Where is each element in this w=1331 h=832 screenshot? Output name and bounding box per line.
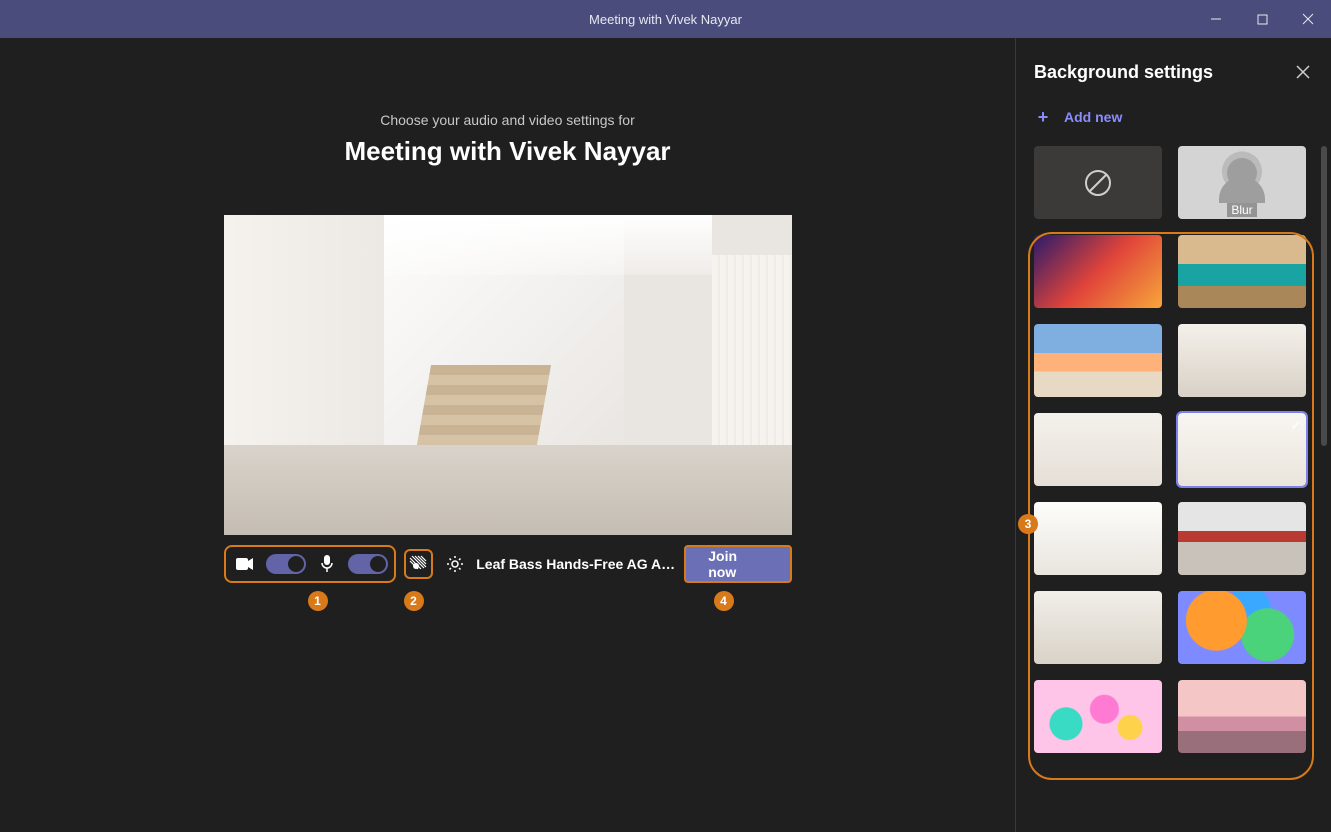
window-title: Meeting with Vivek Nayyar [589,12,742,27]
blur-label: Blur [1227,203,1256,217]
add-new-button[interactable]: + Add new [1034,108,1323,126]
annotation-badge-4: 4 [714,591,734,611]
join-now-button[interactable]: Join now [684,545,791,583]
minimize-button[interactable] [1193,0,1239,38]
title-bar: Meeting with Vivek Nayyar [0,0,1331,38]
main-area: Choose your audio and video settings for… [0,38,1015,832]
maximize-button[interactable] [1239,0,1285,38]
panel-title: Background settings [1034,62,1213,83]
background-option-image[interactable] [1034,324,1162,397]
microphone-toggle[interactable] [348,554,388,574]
join-now-label: Join now [708,548,767,580]
annotation-badge-3: 3 [1018,514,1038,534]
camera-toggle[interactable] [266,554,306,574]
add-new-label: Add new [1064,109,1122,125]
background-option-blur[interactable]: Blur [1178,146,1306,219]
background-settings-panel: Background settings + Add new Blur [1015,38,1331,832]
background-option-image[interactable] [1034,235,1162,308]
background-option-image-selected[interactable]: ✓ [1178,413,1306,486]
background-effects-button[interactable] [404,549,433,579]
microphone-icon [314,551,340,577]
audio-device-label[interactable]: Leaf Bass Hands-Free AG Au… [476,556,676,572]
settings-gear-button[interactable] [441,550,468,578]
controls-row: Leaf Bass Hands-Free AG Au… Join now 1 2… [224,545,792,583]
background-option-image[interactable] [1178,324,1306,397]
background-grid: Blur ✓ [1034,146,1323,753]
background-option-image[interactable] [1034,680,1162,753]
settings-subtitle: Choose your audio and video settings for [380,112,635,128]
meeting-title: Meeting with Vivek Nayyar [344,136,670,167]
background-option-image[interactable] [1178,502,1306,575]
window-controls [1193,0,1331,38]
background-option-image[interactable] [1178,680,1306,753]
background-option-image[interactable] [1034,591,1162,664]
av-toggle-group [224,545,396,583]
close-panel-button[interactable] [1289,58,1317,86]
background-option-none[interactable] [1034,146,1162,219]
annotation-badge-1: 1 [308,591,328,611]
video-preview [224,215,792,535]
annotation-badge-2: 2 [404,591,424,611]
check-icon: ✓ [1290,417,1302,434]
background-option-image[interactable] [1178,235,1306,308]
scrollbar[interactable] [1321,146,1327,446]
close-window-button[interactable] [1285,0,1331,38]
background-option-image[interactable] [1034,502,1162,575]
background-option-image[interactable] [1178,591,1306,664]
camera-icon [232,551,258,577]
plus-icon: + [1034,108,1052,126]
background-option-image[interactable] [1034,413,1162,486]
